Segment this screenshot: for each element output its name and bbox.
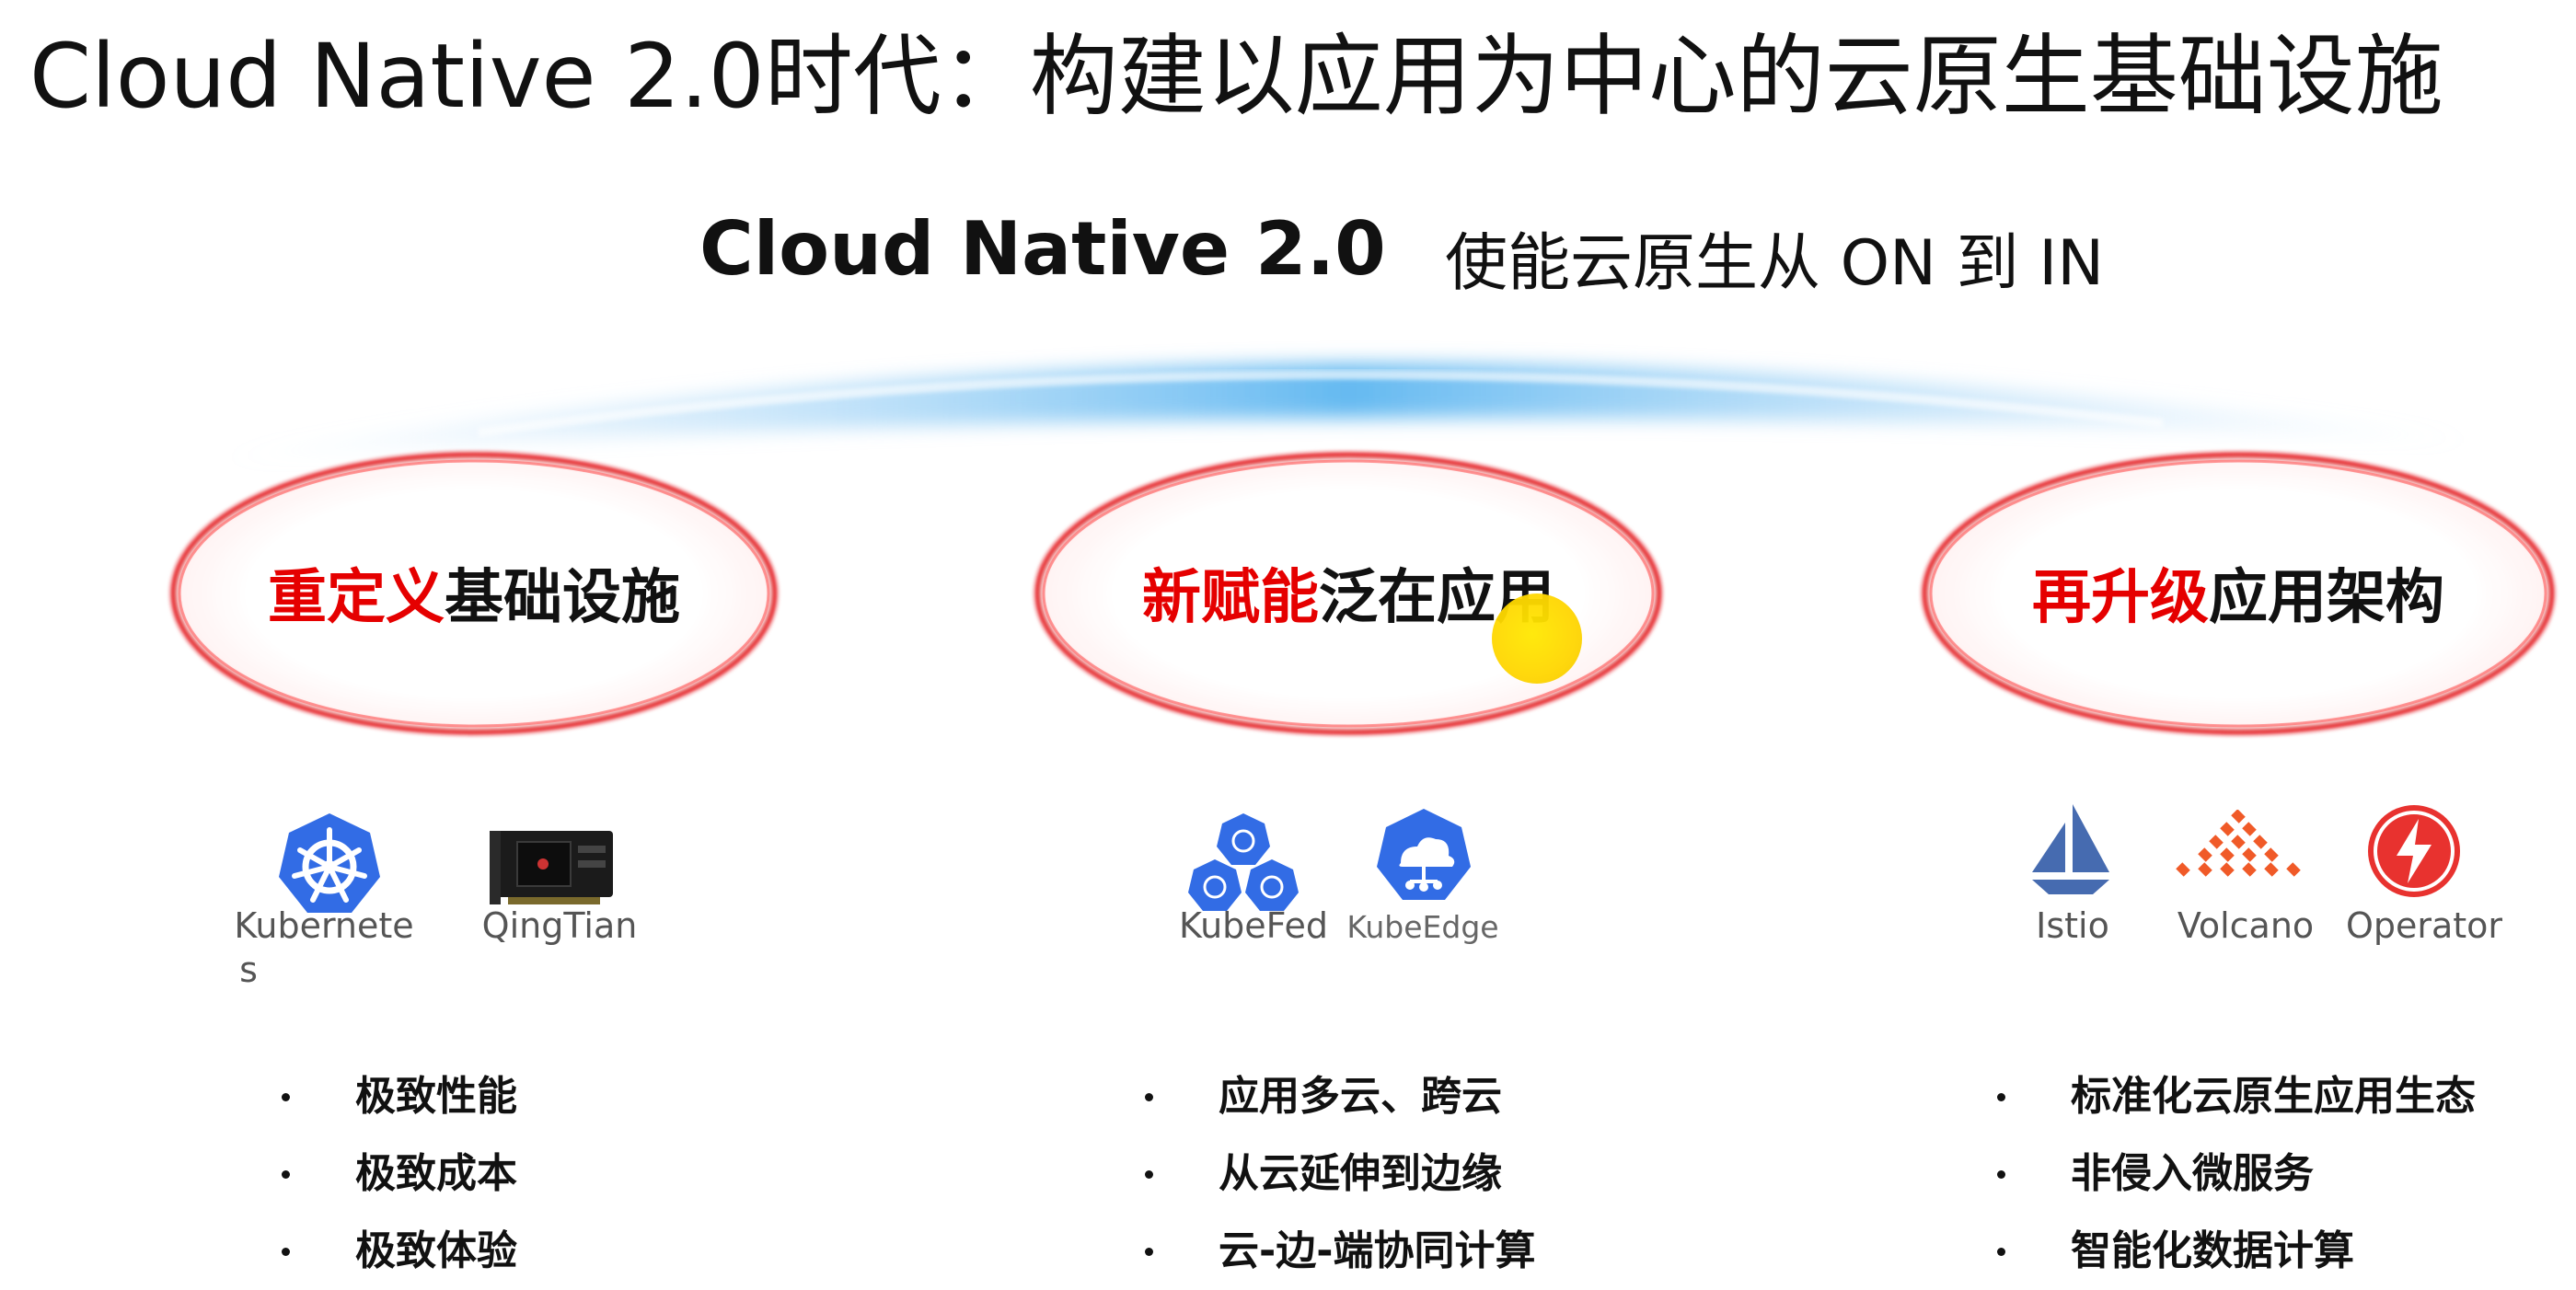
kubeedge-icon: [1377, 809, 1471, 900]
bullet-item: 极致性能: [282, 1058, 517, 1135]
qingtian-label: QingTian: [481, 905, 638, 946]
bullet-item: 非侵入微服务: [1997, 1135, 2476, 1213]
pillar-title-infrastructure: 重定义基础设施: [268, 550, 680, 635]
qingtian-card-icon: [490, 831, 613, 904]
kubefed-label: KubeFed: [1179, 905, 1328, 946]
kubernetes-label: Kubernete: [234, 905, 414, 946]
operator-icon: [2368, 805, 2460, 897]
bullet-item: 应用多云、跨云: [1145, 1058, 1536, 1135]
slide-title: Cloud Native 2.0时代：构建以应用为中心的云原生基础设施: [29, 25, 2443, 128]
istio-label: Istio: [2036, 905, 2109, 946]
pillar-title-rest: 应用架构: [2209, 564, 2444, 632]
istio-icon: [2032, 804, 2109, 894]
kubeedge-label: KubeEdge: [1346, 909, 1499, 945]
laser-pointer-dot: [1492, 593, 1582, 684]
bullet-item: 云-边-端协同计算: [1145, 1213, 1536, 1290]
pillar-title-rest: 基础设施: [445, 564, 680, 632]
kubefed-icon: [1188, 813, 1299, 911]
bullet-list-ubiquitous-apps: 应用多云、跨云 从云延伸到边缘 云-边-端协同计算: [1145, 1058, 1536, 1290]
pillar-title-app-architecture: 再升级应用架构: [2032, 550, 2444, 635]
volcano-icon: [2176, 810, 2301, 877]
volcano-label: Volcano: [2177, 905, 2315, 946]
blue-arc: [212, 363, 2485, 460]
bullet-item: 极致体验: [282, 1213, 517, 1290]
pillar-title-ubiquitous-apps: 新赋能泛在应用: [1142, 550, 1554, 635]
kubernetes-icon: [279, 813, 380, 913]
bullet-item: 从云延伸到边缘: [1145, 1135, 1536, 1213]
bullet-item: 智能化数据计算: [1997, 1213, 2476, 1290]
subtitle-tagline: 使能云原生从 ON 到 IN: [1445, 227, 2105, 300]
bullet-list-app-architecture: 标准化云原生应用生态 非侵入微服务 智能化数据计算: [1997, 1058, 2476, 1290]
pillar-title-highlight: 重定义: [268, 564, 445, 632]
bullet-item: 标准化云原生应用生态: [1997, 1058, 2476, 1135]
pillar-title-highlight: 再升级: [2032, 564, 2209, 632]
bullet-item: 极致成本: [282, 1135, 517, 1213]
pillar-title-highlight: 新赋能: [1142, 564, 1319, 632]
bullet-list-infrastructure: 极致性能 极致成本 极致体验: [282, 1058, 517, 1290]
operator-label: Operator: [2345, 905, 2503, 946]
kubernetes-label-wrap: s: [239, 950, 258, 990]
subtitle-main: Cloud Native 2.0: [699, 206, 1386, 292]
